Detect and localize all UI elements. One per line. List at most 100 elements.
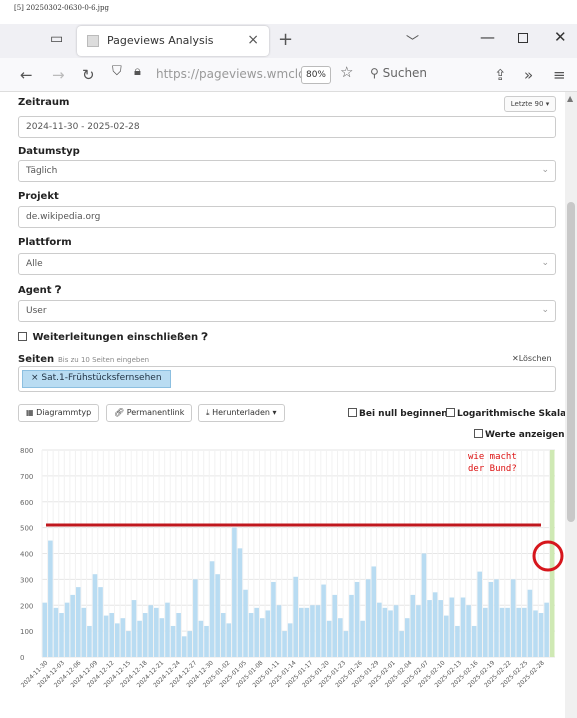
remove-tag-icon[interactable]: × [31, 373, 39, 383]
bar [522, 607, 527, 657]
bar [388, 610, 393, 657]
page-tag-label: Sat.1-Frühstücksfernsehen [41, 373, 162, 383]
bar [126, 631, 131, 657]
log-scale-label: Logarithmische Skala [457, 409, 567, 419]
permalink-button[interactable]: 🔗︎ Permanentlink [106, 404, 193, 422]
date-range-button[interactable]: Letzte 90 ▾ [504, 96, 556, 112]
bar [510, 579, 516, 657]
bar [471, 625, 477, 657]
download-icon: ⤓ [206, 408, 210, 417]
close-tab-icon[interactable]: × [247, 32, 259, 48]
bar [404, 618, 410, 657]
log-scale-checkbox[interactable] [446, 408, 455, 417]
bookmark-star-icon[interactable]: ☆ [340, 63, 353, 81]
plattform-select[interactable]: Alle ⌄ [18, 253, 556, 275]
show-values-label: Werte anzeigen [485, 430, 565, 440]
new-tab-icon[interactable]: + [278, 29, 293, 50]
bar [516, 607, 522, 657]
window-close-icon[interactable]: ✕ [554, 28, 567, 46]
back-icon[interactable]: ← [20, 66, 33, 84]
show-values-checkbox[interactable] [474, 429, 483, 438]
help-icon[interactable]: ❓︎ [202, 332, 208, 343]
bar [165, 602, 170, 657]
bar [315, 605, 321, 657]
bar [304, 607, 310, 657]
agent-label-text: Agent [18, 285, 52, 296]
log-scale-option[interactable]: Logarithmische Skala [446, 408, 566, 419]
download-button[interactable]: ⤓ Herunterladen ▾ [198, 404, 285, 422]
agent-select[interactable]: User ⌄ [18, 300, 556, 322]
chevron-down-icon[interactable]: ﹀ [406, 31, 419, 50]
pageviews-chart: 0100200300400500600700800 2024-11-302024… [20, 447, 564, 689]
projekt-field[interactable]: de.wikipedia.org [18, 206, 556, 228]
url-text[interactable]: https://pageviews.wmclo [156, 67, 306, 81]
chevron-down-icon: ⌄ [541, 305, 549, 315]
bar [92, 574, 98, 657]
extensions-icon[interactable]: ⇪ [494, 66, 507, 84]
date-range-field[interactable]: 2024-11-30 - 2025-02-28 [18, 116, 556, 138]
y-tick-label: 400 [20, 551, 33, 559]
tab-pageviews[interactable]: Pageviews Analysis × [77, 26, 269, 56]
overflow-icon[interactable]: » [524, 66, 533, 84]
tab-list-icon[interactable]: ▭ [50, 31, 68, 49]
search-box[interactable]: ⚲ Suchen [370, 66, 427, 80]
y-tick-label: 500 [20, 525, 33, 533]
bar [42, 602, 48, 657]
reload-icon[interactable]: ↻ [82, 66, 95, 84]
redirects-checkbox[interactable] [18, 332, 27, 341]
clear-button[interactable]: ✕Löschen [512, 354, 552, 363]
bar [59, 613, 64, 657]
bar [276, 605, 282, 657]
begin-zero-option[interactable]: Bei null beginnen [348, 408, 448, 419]
projekt-label: Projekt [18, 191, 59, 202]
url-bar[interactable]: ⛉ 🔒︎ https://pageviews.wmclo 80% ☆ [106, 62, 364, 88]
bar [449, 597, 455, 657]
bar [98, 587, 103, 657]
maximize-icon[interactable] [518, 33, 528, 43]
bar [438, 600, 443, 657]
bar [538, 613, 544, 657]
bar [148, 605, 154, 657]
chart-type-label: Diagrammtyp [36, 408, 92, 417]
plattform-label: Plattform [18, 237, 72, 248]
tab-title: Pageviews Analysis [107, 34, 214, 47]
minimize-icon[interactable]: — [480, 28, 495, 46]
close-icon: ✕ [512, 354, 519, 363]
show-values-option[interactable]: Werte anzeigen [474, 429, 565, 440]
bar [265, 610, 271, 657]
begin-zero-checkbox[interactable] [348, 408, 357, 417]
agent-value: User [26, 306, 47, 316]
help-icon[interactable]: ❓︎ [55, 285, 61, 296]
forward-icon[interactable]: → [52, 66, 65, 84]
bar [544, 602, 549, 657]
bar [416, 605, 421, 657]
bar [109, 613, 114, 657]
chart-type-button[interactable]: ▦ Diagrammtyp [18, 404, 100, 422]
menu-icon[interactable]: ≡ [553, 66, 566, 84]
redirects-option[interactable]: Weiterleitungen einschließen ❓︎ [18, 332, 208, 343]
page-scrollbar[interactable]: ▲ [565, 92, 577, 718]
bar [466, 605, 471, 657]
bar [477, 571, 483, 657]
link-icon: 🔗︎ [114, 408, 125, 417]
lock-icon[interactable]: 🔒︎ [134, 64, 141, 79]
page-tag[interactable]: × Sat.1-Frühstücksfernsehen [22, 370, 171, 388]
scroll-thumb[interactable] [567, 202, 575, 522]
bar [87, 625, 92, 657]
search-placeholder: Suchen [382, 66, 428, 80]
zoom-indicator[interactable]: 80% [301, 66, 331, 84]
datumstyp-select[interactable]: Täglich ⌄ [18, 160, 556, 182]
bar [460, 597, 466, 657]
shield-icon[interactable]: ⛉ [112, 64, 122, 79]
bar [455, 625, 460, 657]
bar [332, 594, 338, 657]
seiten-label: Seiten [18, 354, 55, 365]
y-tick-label: 0 [20, 654, 24, 662]
scroll-up-icon[interactable]: ▲ [567, 94, 573, 103]
chevron-down-icon: ⌄ [541, 165, 549, 175]
bar [299, 607, 304, 657]
bar [114, 623, 120, 657]
bar [198, 620, 204, 657]
permalink-label: Permanentlink [126, 408, 185, 417]
bar [176, 613, 181, 657]
